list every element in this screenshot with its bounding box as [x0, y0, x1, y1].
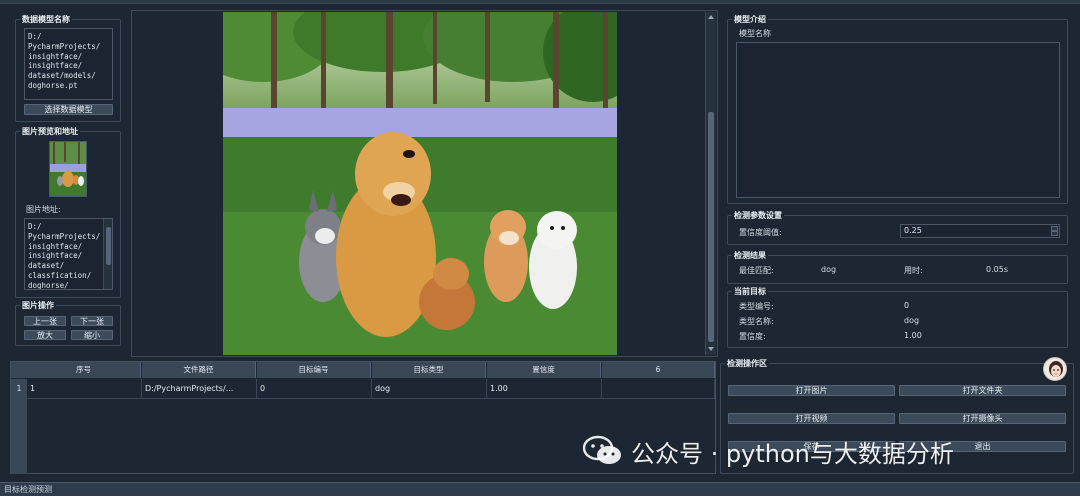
preview-group-title: 图片预览和地址: [22, 127, 78, 136]
table-cell[interactable]: 1.00: [487, 379, 602, 399]
conf-threshold-spinbox[interactable]: 0.25: [900, 224, 1060, 238]
column-header-target-type[interactable]: 目标类型: [372, 362, 486, 378]
model-path-text[interactable]: D:/ PycharmProjects/ insightface/ insigh…: [24, 28, 113, 100]
target-conf-value: 1.00: [904, 331, 922, 340]
select-model-button[interactable]: 选择数据模型: [24, 104, 113, 115]
avatar[interactable]: [1043, 357, 1067, 381]
column-header-path[interactable]: 文件路径: [142, 362, 256, 378]
target-group-title: 当前目标: [734, 287, 766, 296]
conf-threshold-label: 置信度阈值:: [739, 228, 782, 237]
detect-ops-group-title: 检测操作区: [727, 359, 767, 368]
image-view-scrollbar[interactable]: [705, 12, 716, 355]
detected-image: [223, 12, 617, 355]
table-cell[interactable]: [602, 379, 715, 399]
conf-threshold-value: 0.25: [904, 226, 922, 235]
target-conf-label: 置信度:: [739, 332, 766, 341]
scroll-down-icon[interactable]: [708, 347, 714, 351]
image-path-text[interactable]: D:/ PycharmProjects/ insightface/ insigh…: [24, 218, 113, 290]
image-view-scroll-thumb[interactable]: [708, 112, 714, 342]
column-header-6[interactable]: 6: [602, 362, 715, 378]
zoom-in-button[interactable]: 放大: [24, 330, 66, 340]
image-ops-group-title: 图片操作: [22, 301, 54, 310]
table-cell[interactable]: D:/PycharmProjects/...: [142, 379, 257, 399]
dogs-photo: [223, 12, 617, 355]
preview-thumbnail[interactable]: [49, 141, 87, 197]
open-image-button[interactable]: 打开图片: [728, 385, 895, 396]
target-group: 当前目标: [727, 286, 1068, 348]
scroll-up-icon[interactable]: [708, 15, 714, 19]
image-address-label: 图片地址:: [26, 205, 61, 214]
time-label: 用时:: [904, 266, 923, 275]
time-value: 0.05s: [986, 265, 1008, 274]
spin-down-icon[interactable]: [1051, 231, 1058, 236]
params-group-title: 检测参数设置: [734, 211, 782, 220]
open-folder-button[interactable]: 打开文件夹: [899, 385, 1066, 396]
zoom-out-button[interactable]: 缩小: [71, 330, 113, 340]
best-match-label: 最佳匹配:: [739, 266, 774, 275]
prev-image-button[interactable]: 上一张: [24, 316, 66, 326]
column-header-index[interactable]: 序号: [27, 362, 141, 378]
status-bar: 目标检测预测: [0, 482, 1080, 496]
model-group-title: 数据模型名称: [22, 15, 70, 24]
best-match-value: dog: [821, 265, 837, 274]
type-id-label: 类型编号:: [739, 302, 774, 311]
watermark-text: 公众号 · python与大数据分析: [631, 439, 954, 468]
result-group-title: 检测结果: [734, 251, 766, 260]
model-name-label: 模型名称: [739, 29, 771, 38]
table-cell[interactable]: 0: [257, 379, 372, 399]
type-name-value: dog: [904, 316, 920, 325]
watermark: 公众号 · python与大数据分析: [583, 434, 954, 468]
next-image-button[interactable]: 下一张: [71, 316, 113, 326]
table-corner: [11, 362, 27, 378]
column-header-confidence[interactable]: 置信度: [487, 362, 601, 378]
image-path-scrollbar[interactable]: [103, 219, 112, 289]
thumbnail-image: [50, 142, 86, 196]
column-header-target-id[interactable]: 目标编号: [257, 362, 371, 378]
wechat-icon: [583, 435, 621, 464]
type-id-value: 0: [904, 301, 910, 310]
open-camera-button[interactable]: 打开摄像头: [899, 413, 1066, 424]
title-bar: [0, 0, 1080, 4]
type-name-label: 类型名称:: [739, 317, 774, 326]
result-group: 检测结果: [727, 250, 1068, 284]
model-intro-text[interactable]: [736, 42, 1060, 198]
image-path-scroll-thumb[interactable]: [106, 227, 111, 265]
table-cell[interactable]: 1: [27, 379, 142, 399]
intro-group-title: 模型介绍: [734, 15, 766, 24]
table-cell[interactable]: dog: [372, 379, 487, 399]
row-header[interactable]: 1: [11, 379, 27, 474]
open-video-button[interactable]: 打开视频: [728, 413, 895, 424]
